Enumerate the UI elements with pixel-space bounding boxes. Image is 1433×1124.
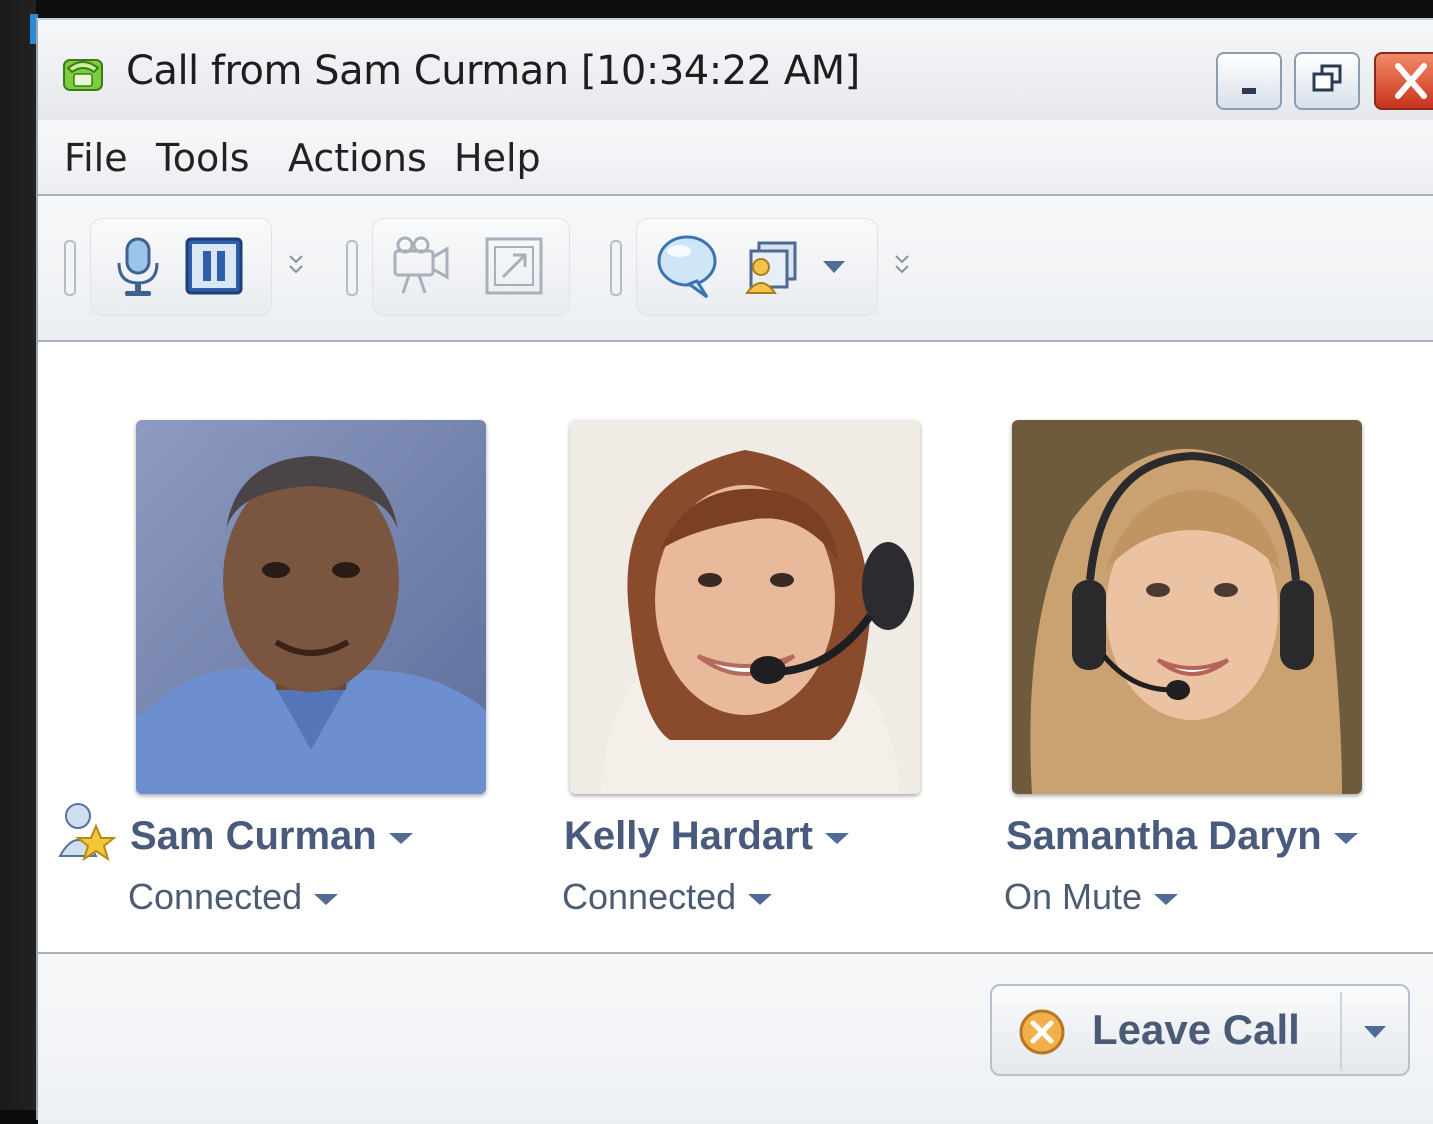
avatar [1012, 420, 1362, 794]
minimize-icon [1242, 88, 1256, 94]
contact-card-icon[interactable] [737, 233, 803, 299]
name-dropdown-icon[interactable] [388, 832, 413, 844]
menu-bar: File Tools Actions Help [38, 120, 1433, 196]
bottom-bar: Leave Call [38, 952, 1433, 1124]
restore-button[interactable] [1294, 52, 1360, 110]
status-dropdown-icon[interactable] [314, 893, 339, 905]
leave-call-label: Leave Call [1092, 1006, 1300, 1053]
participant-name[interactable]: Sam Curman [130, 814, 413, 859]
minimize-button[interactable] [1216, 52, 1282, 110]
chevron-down-icon[interactable] [286, 248, 306, 282]
participant-name[interactable]: Kelly Hardart [564, 814, 849, 859]
participants-area: Sam Curman Connected Kelly Hardart Conne… [38, 342, 1433, 952]
avatar [136, 420, 486, 794]
close-icon [1395, 63, 1427, 99]
menu-file[interactable]: File [64, 136, 128, 180]
leave-call-button[interactable]: Leave Call [990, 984, 1410, 1076]
button-divider [1340, 992, 1342, 1070]
leave-options-dropdown-icon[interactable] [1362, 1024, 1388, 1040]
microphone-icon[interactable] [105, 233, 171, 299]
chat-icon[interactable] [653, 231, 721, 301]
toolbar [38, 196, 1433, 342]
toolbar-grip[interactable] [610, 240, 622, 296]
chevron-down-icon[interactable] [892, 248, 912, 282]
call-window: Call from Sam Curman [10:34:22 AM] File … [36, 18, 1433, 1124]
participant-status[interactable]: Connected [128, 876, 339, 918]
phone-icon [63, 59, 103, 91]
moderator-icon [58, 803, 116, 862]
toolbar-grip[interactable] [64, 240, 76, 296]
name-dropdown-icon[interactable] [824, 832, 849, 844]
desktop-top-strip [0, 0, 1433, 18]
restore-icon [1312, 64, 1342, 92]
name-dropdown-icon[interactable] [1333, 832, 1358, 844]
window-title: Call from Sam Curman [10:34:22 AM] [126, 48, 860, 94]
status-dropdown-icon[interactable] [748, 893, 773, 905]
title-bar[interactable]: Call from Sam Curman [10:34:22 AM] [38, 20, 1433, 121]
desktop-left-strip [0, 0, 36, 1110]
menu-tools[interactable]: Tools [156, 136, 250, 180]
collab-group [636, 218, 878, 316]
participant-status[interactable]: On Mute [1004, 876, 1179, 918]
avatar [570, 420, 920, 794]
audio-group [90, 218, 272, 316]
menu-actions[interactable]: Actions [288, 136, 427, 180]
video-camera-icon[interactable] [389, 233, 455, 299]
pause-icon[interactable] [181, 233, 247, 299]
toolbar-grip[interactable] [346, 240, 358, 296]
participant-status[interactable]: Connected [562, 876, 773, 918]
status-dropdown-icon[interactable] [1154, 893, 1179, 905]
dropdown-arrow-icon[interactable] [821, 259, 847, 275]
leave-call-icon [1019, 1009, 1065, 1055]
menu-help[interactable]: Help [454, 136, 541, 180]
participant-name[interactable]: Samantha Daryn [1006, 814, 1358, 859]
video-group [372, 218, 570, 316]
close-button[interactable] [1374, 52, 1433, 110]
screen-share-icon[interactable] [481, 233, 547, 299]
